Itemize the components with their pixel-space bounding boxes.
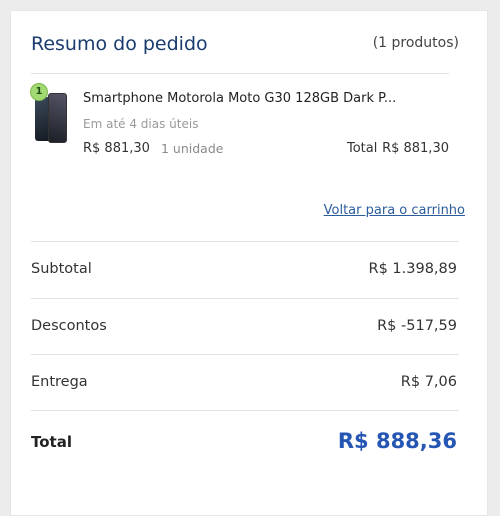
item-quantity: 1 unidade: [161, 141, 224, 156]
unit-price: R$ 881,30: [83, 141, 150, 156]
summary-title: Resumo do pedido: [31, 33, 208, 55]
subtotal-value: R$ 1.398,89: [368, 261, 457, 277]
divider: [31, 410, 459, 411]
product-thumbnail: 1: [30, 83, 68, 143]
shipping-label: Entrega: [31, 374, 88, 390]
divider: [31, 73, 449, 74]
item-total-label: Total: [347, 141, 378, 156]
discounts-label: Descontos: [31, 318, 107, 334]
delivery-estimate: Em até 4 dias úteis: [83, 117, 199, 131]
divider: [31, 354, 459, 355]
quantity-badge: 1: [30, 83, 48, 101]
subtotal-label: Subtotal: [31, 261, 92, 277]
order-summary-card: Resumo do pedido (1 produtos) 1 Smartpho…: [10, 10, 488, 516]
phone-front-image: [48, 93, 67, 143]
divider: [31, 241, 459, 242]
grand-total-value: R$ 888,36: [337, 429, 457, 453]
back-to-cart-link[interactable]: Voltar para o carrinho: [324, 203, 465, 218]
product-count: (1 produtos): [372, 35, 459, 51]
divider: [31, 298, 459, 299]
shipping-value: R$ 7,06: [400, 374, 457, 390]
grand-total-label: Total: [31, 433, 72, 451]
summary-header: Resumo do pedido (1 produtos): [31, 33, 459, 59]
discounts-value: R$ -517,59: [377, 318, 457, 334]
item-total-value: R$ 881,30: [382, 141, 449, 156]
product-name: Smartphone Motorola Moto G30 128GB Dark …: [83, 91, 397, 106]
